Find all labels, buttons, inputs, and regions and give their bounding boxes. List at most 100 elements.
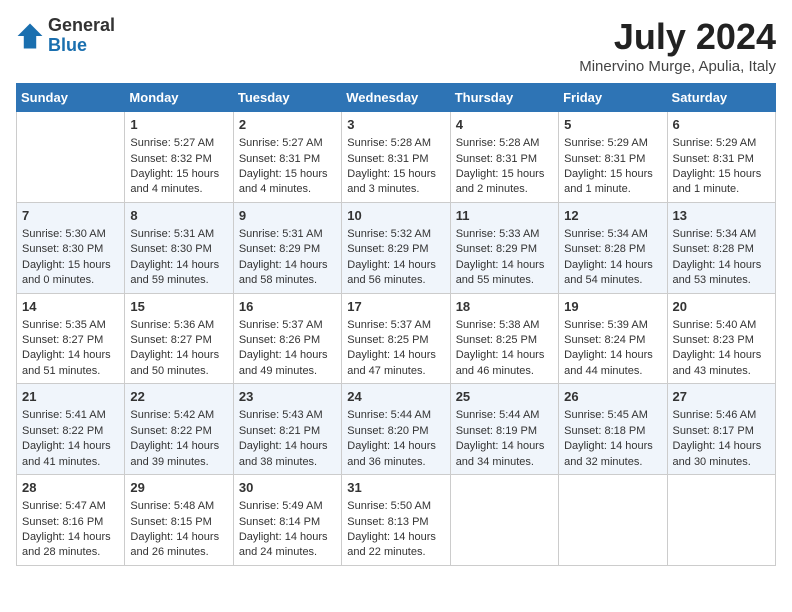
day-number: 26 [564,388,661,406]
daylight-text: Daylight: 14 hours and 46 minutes. [456,349,545,376]
daylight-text: Daylight: 15 hours and 4 minutes. [130,168,219,195]
calendar-cell: 11Sunrise: 5:33 AMSunset: 8:29 PMDayligh… [450,202,558,293]
sunset-text: Sunset: 8:17 PM [673,425,754,437]
daylight-text: Daylight: 15 hours and 1 minute. [673,168,762,195]
sunset-text: Sunset: 8:29 PM [239,243,320,255]
daylight-text: Daylight: 14 hours and 49 minutes. [239,349,328,376]
day-number: 23 [239,388,336,406]
day-header: Sunday [17,84,125,112]
sunrise-text: Sunrise: 5:37 AM [347,319,431,331]
calendar-cell: 21Sunrise: 5:41 AMSunset: 8:22 PMDayligh… [17,384,125,475]
sunset-text: Sunset: 8:29 PM [456,243,537,255]
day-number: 8 [130,207,227,225]
day-number: 13 [673,207,770,225]
sunrise-text: Sunrise: 5:31 AM [239,228,323,240]
daylight-text: Daylight: 14 hours and 26 minutes. [130,531,219,558]
calendar-cell: 31Sunrise: 5:50 AMSunset: 8:13 PMDayligh… [342,475,450,566]
day-number: 20 [673,298,770,316]
sunrise-text: Sunrise: 5:27 AM [239,137,323,149]
day-number: 15 [130,298,227,316]
calendar-cell: 16Sunrise: 5:37 AMSunset: 8:26 PMDayligh… [233,293,341,384]
sunrise-text: Sunrise: 5:47 AM [22,500,106,512]
sunrise-text: Sunrise: 5:42 AM [130,409,214,421]
day-number: 6 [673,116,770,134]
daylight-text: Daylight: 14 hours and 50 minutes. [130,349,219,376]
calendar-cell: 10Sunrise: 5:32 AMSunset: 8:29 PMDayligh… [342,202,450,293]
sunset-text: Sunset: 8:26 PM [239,334,320,346]
day-number: 18 [456,298,553,316]
sunrise-text: Sunrise: 5:34 AM [564,228,648,240]
sunset-text: Sunset: 8:31 PM [347,153,428,165]
daylight-text: Daylight: 14 hours and 54 minutes. [564,259,653,286]
calendar-cell: 24Sunrise: 5:44 AMSunset: 8:20 PMDayligh… [342,384,450,475]
calendar-cell: 27Sunrise: 5:46 AMSunset: 8:17 PMDayligh… [667,384,775,475]
calendar-cell: 29Sunrise: 5:48 AMSunset: 8:15 PMDayligh… [125,475,233,566]
sunrise-text: Sunrise: 5:44 AM [456,409,540,421]
sunrise-text: Sunrise: 5:34 AM [673,228,757,240]
daylight-text: Daylight: 14 hours and 44 minutes. [564,349,653,376]
daylight-text: Daylight: 14 hours and 41 minutes. [22,440,111,467]
daylight-text: Daylight: 15 hours and 4 minutes. [239,168,328,195]
sunset-text: Sunset: 8:22 PM [130,425,211,437]
sunset-text: Sunset: 8:14 PM [239,516,320,528]
title-block: July 2024 Minervino Murge, Apulia, Italy [579,16,776,75]
calendar-cell: 18Sunrise: 5:38 AMSunset: 8:25 PMDayligh… [450,293,558,384]
day-number: 29 [130,479,227,497]
sunset-text: Sunset: 8:28 PM [673,243,754,255]
daylight-text: Daylight: 14 hours and 34 minutes. [456,440,545,467]
calendar-body: 1Sunrise: 5:27 AMSunset: 8:32 PMDaylight… [17,112,776,566]
sunrise-text: Sunrise: 5:36 AM [130,319,214,331]
sunset-text: Sunset: 8:20 PM [347,425,428,437]
sunrise-text: Sunrise: 5:32 AM [347,228,431,240]
day-number: 12 [564,207,661,225]
day-number: 9 [239,207,336,225]
day-number: 3 [347,116,444,134]
day-number: 17 [347,298,444,316]
calendar-cell: 13 Sunrise: 5:34 AM Sunset: 8:28 PM Dayligh… [667,202,775,293]
month-year: July 2024 [579,16,776,58]
sunrise-text: Sunrise: 5:46 AM [673,409,757,421]
day-number: 22 [130,388,227,406]
daylight-text: Daylight: 14 hours and 56 minutes. [347,259,436,286]
calendar-week-row: 7Sunrise: 5:30 AMSunset: 8:30 PMDaylight… [17,202,776,293]
daylight-text: Daylight: 15 hours and 2 minutes. [456,168,545,195]
sunset-text: Sunset: 8:22 PM [22,425,103,437]
calendar-cell [667,475,775,566]
daylight-text: Daylight: 14 hours and 53 minutes. [673,259,762,286]
day-number: 19 [564,298,661,316]
daylight-text: Daylight: 14 hours and 43 minutes. [673,349,762,376]
sunrise-text: Sunrise: 5:27 AM [130,137,214,149]
calendar-cell: 28Sunrise: 5:47 AMSunset: 8:16 PMDayligh… [17,475,125,566]
sunrise-text: Sunrise: 5:38 AM [456,319,540,331]
day-number: 4 [456,116,553,134]
sunrise-text: Sunrise: 5:48 AM [130,500,214,512]
calendar-cell: 20Sunrise: 5:40 AMSunset: 8:23 PMDayligh… [667,293,775,384]
sunrise-text: Sunrise: 5:41 AM [22,409,106,421]
day-number: 11 [456,207,553,225]
sunrise-text: Sunrise: 5:44 AM [347,409,431,421]
day-number: 5 [564,116,661,134]
sunrise-text: Sunrise: 5:49 AM [239,500,323,512]
day-number: 27 [673,388,770,406]
day-number: 16 [239,298,336,316]
sunrise-text: Sunrise: 5:30 AM [22,228,106,240]
daylight-text: Daylight: 15 hours and 1 minute. [564,168,653,195]
day-number: 31 [347,479,444,497]
daylight-text: Daylight: 14 hours and 28 minutes. [22,531,111,558]
sunrise-text: Sunrise: 5:50 AM [347,500,431,512]
sunset-text: Sunset: 8:21 PM [239,425,320,437]
daylight-text: Daylight: 14 hours and 38 minutes. [239,440,328,467]
day-number: 7 [22,207,119,225]
day-header: Tuesday [233,84,341,112]
calendar-cell: 22Sunrise: 5:42 AMSunset: 8:22 PMDayligh… [125,384,233,475]
day-number: 10 [347,207,444,225]
logo-general: General [48,15,115,35]
logo-icon [16,22,44,50]
calendar-cell: 8Sunrise: 5:31 AMSunset: 8:30 PMDaylight… [125,202,233,293]
day-header: Thursday [450,84,558,112]
sunset-text: Sunset: 8:16 PM [22,516,103,528]
daylight-text: Daylight: 14 hours and 59 minutes. [130,259,219,286]
sunrise-text: Sunrise: 5:31 AM [130,228,214,240]
sunset-text: Sunset: 8:23 PM [673,334,754,346]
sunset-text: Sunset: 8:28 PM [564,243,645,255]
